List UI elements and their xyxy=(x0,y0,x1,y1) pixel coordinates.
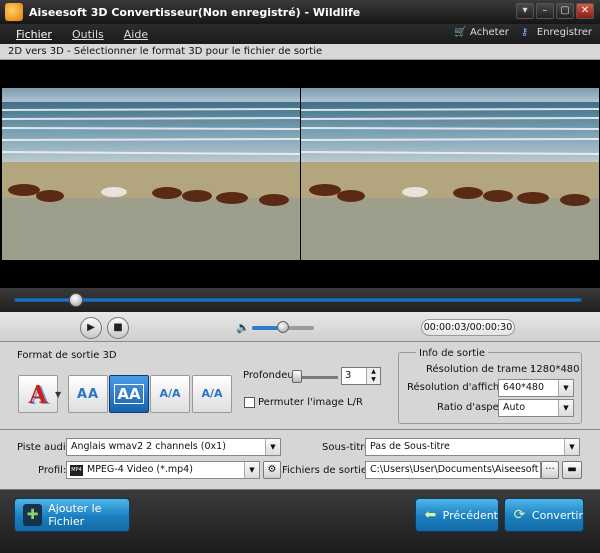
step-instructions: 2D vers 3D - Sélectionner le format 3D p… xyxy=(0,44,600,60)
swap-lr-label: Permuter l'image L/R xyxy=(258,397,363,408)
swap-lr-checkbox[interactable] xyxy=(244,397,255,408)
window-controls: ▾ – ▢ ✕ xyxy=(516,3,594,19)
playback-controls: ▶ ■ 🔈 00:00:03/00:00:30 xyxy=(0,312,600,342)
close-button[interactable]: ✕ xyxy=(576,3,594,19)
stop-button[interactable]: ■ xyxy=(107,317,129,339)
profile-label: Profil: xyxy=(38,465,67,476)
browse-button[interactable]: ··· xyxy=(541,461,559,479)
audio-track-value: Anglais wmav2 2 channels (0x1) xyxy=(71,441,226,452)
convert-button[interactable]: ⟳ Convertir xyxy=(504,498,584,532)
menu-right: 🛒 Acheter ⚷ Enregistrer xyxy=(454,27,592,38)
menu-outils[interactable]: Outils xyxy=(68,28,108,41)
audio-track-select[interactable]: Anglais wmav2 2 channels (0x1) ▼ xyxy=(66,438,281,456)
menu-fichier[interactable]: Fichier xyxy=(12,28,56,41)
side-by-side-half-icon: AA xyxy=(76,386,100,402)
profile-settings-button[interactable]: ⚙ xyxy=(263,461,281,479)
add-file-button[interactable]: ✚ Ajouter le Fichier xyxy=(14,498,130,532)
side-by-side-full-icon: AA xyxy=(114,384,144,404)
anaglyph-icon: A xyxy=(28,379,48,409)
minimize-button[interactable]: – xyxy=(536,3,554,19)
settings-panel: Format de sortie 3D A ▼ AA AA A/A A/A Pr… xyxy=(0,342,600,430)
dropdown-icon[interactable]: ▾ xyxy=(516,3,534,19)
top-bottom-half-icon: A/A xyxy=(159,387,181,400)
format-top-bottom-full-button[interactable]: A/A xyxy=(192,375,232,413)
subtitle-value: Pas de Sous-titre xyxy=(370,441,450,452)
add-file-label: Ajouter le Fichier xyxy=(48,502,102,528)
register-label: Enregistrer xyxy=(536,27,592,38)
add-film-icon: ✚ xyxy=(23,504,43,526)
progress-track[interactable] xyxy=(14,298,582,302)
progress-bar xyxy=(0,288,600,312)
gear-icon: ⚙ xyxy=(267,464,277,475)
convert-icon: ⟳ xyxy=(513,507,526,523)
register-link[interactable]: ⚷ Enregistrer xyxy=(521,27,592,38)
format-side-by-side-full-button[interactable]: AA xyxy=(109,375,149,413)
chevron-down-icon: ▼ xyxy=(564,439,579,455)
mpeg-icon: MP4 xyxy=(70,465,83,476)
profile-select[interactable]: MP4 MPEG-4 Video (*.mp4) ▼ xyxy=(66,461,260,479)
anaglyph-dropdown-icon[interactable]: ▼ xyxy=(55,390,61,399)
previous-label: Précédent xyxy=(442,508,498,522)
convert-label: Convertir xyxy=(531,508,583,522)
title-bar: Aiseesoft 3D Convertisseur(Non enregistr… xyxy=(0,0,600,24)
frame-res-label: Résolution de trame : xyxy=(426,364,534,375)
menu-bar: Fichier Outils Aide 🛒 Acheter ⚷ Enregist… xyxy=(0,24,600,44)
preview-right-frame xyxy=(301,88,599,260)
chevron-down-icon: ▼ xyxy=(558,380,573,396)
volume-icon: 🔈 xyxy=(236,321,250,334)
play-button[interactable]: ▶ xyxy=(80,317,102,339)
chevron-down-icon: ▼ xyxy=(265,439,280,455)
output-path-field[interactable]: C:\Users\User\Documents\Aiseesoft Studio… xyxy=(365,461,541,479)
maximize-button[interactable]: ▢ xyxy=(556,3,574,19)
spin-arrows-icon[interactable]: ▲ ▼ xyxy=(366,368,380,384)
depth-thumb[interactable] xyxy=(292,370,302,383)
format-top-bottom-half-button[interactable]: A/A xyxy=(150,375,190,413)
arrow-left-icon: ⬅ xyxy=(424,507,437,523)
preview-left-frame xyxy=(2,88,300,260)
format-side-by-side-half-button[interactable]: AA xyxy=(68,375,108,413)
output-path-value: C:\Users\User\Documents\Aiseesoft Studio… xyxy=(370,464,540,475)
preview-area xyxy=(0,60,600,288)
time-display: 00:00:03/00:00:30 xyxy=(421,319,515,336)
output-info-title: Info de sortie xyxy=(416,348,489,359)
menu-aide[interactable]: Aide xyxy=(120,28,152,41)
folder-icon: ▬ xyxy=(567,464,577,475)
format-3d-label: Format de sortie 3D xyxy=(17,350,117,361)
output-files-label: Fichiers de sortie: xyxy=(282,465,371,476)
buy-label: Acheter xyxy=(470,27,509,38)
frame-res-value: 1280*480 xyxy=(530,364,580,375)
display-res-value: 640*480 xyxy=(503,382,545,393)
aspect-ratio-select[interactable]: Auto ▼ xyxy=(498,399,574,417)
key-icon: ⚷ xyxy=(520,26,529,38)
audio-profile-panel: Piste audio: Anglais wmav2 2 channels (0… xyxy=(0,430,600,490)
cart-icon: 🛒 xyxy=(454,26,467,38)
profile-value: MPEG-4 Video (*.mp4) xyxy=(87,464,193,475)
depth-value: 3 xyxy=(345,370,352,381)
app-logo-icon xyxy=(5,3,23,21)
format-anaglyph-button[interactable]: A xyxy=(18,375,58,413)
open-folder-button[interactable]: ▬ xyxy=(562,461,582,479)
buy-link[interactable]: 🛒 Acheter xyxy=(454,27,509,38)
progress-thumb[interactable] xyxy=(69,293,84,307)
footer-bar: ✚ Ajouter le Fichier ⬅ Précédent ⟳ Conve… xyxy=(0,490,600,553)
chevron-down-icon: ▼ xyxy=(558,400,573,416)
volume-thumb[interactable] xyxy=(277,321,289,333)
depth-spinbox[interactable]: 3 ▲ ▼ xyxy=(341,367,381,385)
aspect-ratio-value: Auto xyxy=(503,402,526,413)
display-res-select[interactable]: 640*480 ▼ xyxy=(498,379,574,397)
top-bottom-full-icon: A/A xyxy=(201,387,223,400)
subtitle-select[interactable]: Pas de Sous-titre ▼ xyxy=(365,438,580,456)
chevron-down-icon: ▼ xyxy=(244,462,259,478)
previous-button[interactable]: ⬅ Précédent xyxy=(415,498,499,532)
window-title: Aiseesoft 3D Convertisseur(Non enregistr… xyxy=(29,5,361,19)
